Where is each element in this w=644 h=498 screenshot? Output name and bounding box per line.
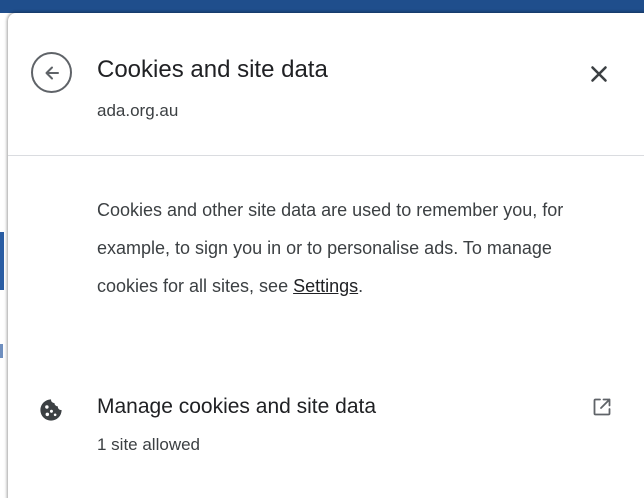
external-link-icon [593, 398, 611, 416]
background-page-graphic [0, 232, 4, 290]
page: Cookies and site data ada.org.au Cookies… [0, 0, 644, 498]
description-suffix: . [358, 276, 364, 296]
manage-cookies-title: Manage cookies and site data [97, 395, 377, 418]
manage-cookies-row[interactable]: Manage cookies and site data 1 site allo… [8, 383, 644, 463]
close-icon [591, 66, 607, 82]
cookie-icon [40, 399, 62, 421]
sites-allowed-count: 1 site allowed [97, 435, 201, 454]
back-button[interactable] [31, 52, 72, 93]
background-page-graphic-small [0, 344, 3, 358]
site-domain: ada.org.au [97, 101, 179, 120]
background-page-header [0, 0, 644, 13]
settings-link[interactable]: Settings [293, 276, 358, 296]
header-divider [8, 155, 644, 156]
popup-title: Cookies and site data [97, 56, 328, 83]
cookies-description: Cookies and other site data are used to … [97, 191, 567, 305]
back-arrow-icon [45, 66, 59, 79]
close-button[interactable] [582, 57, 616, 91]
cookies-site-data-popup: Cookies and site data ada.org.au Cookies… [8, 13, 644, 498]
